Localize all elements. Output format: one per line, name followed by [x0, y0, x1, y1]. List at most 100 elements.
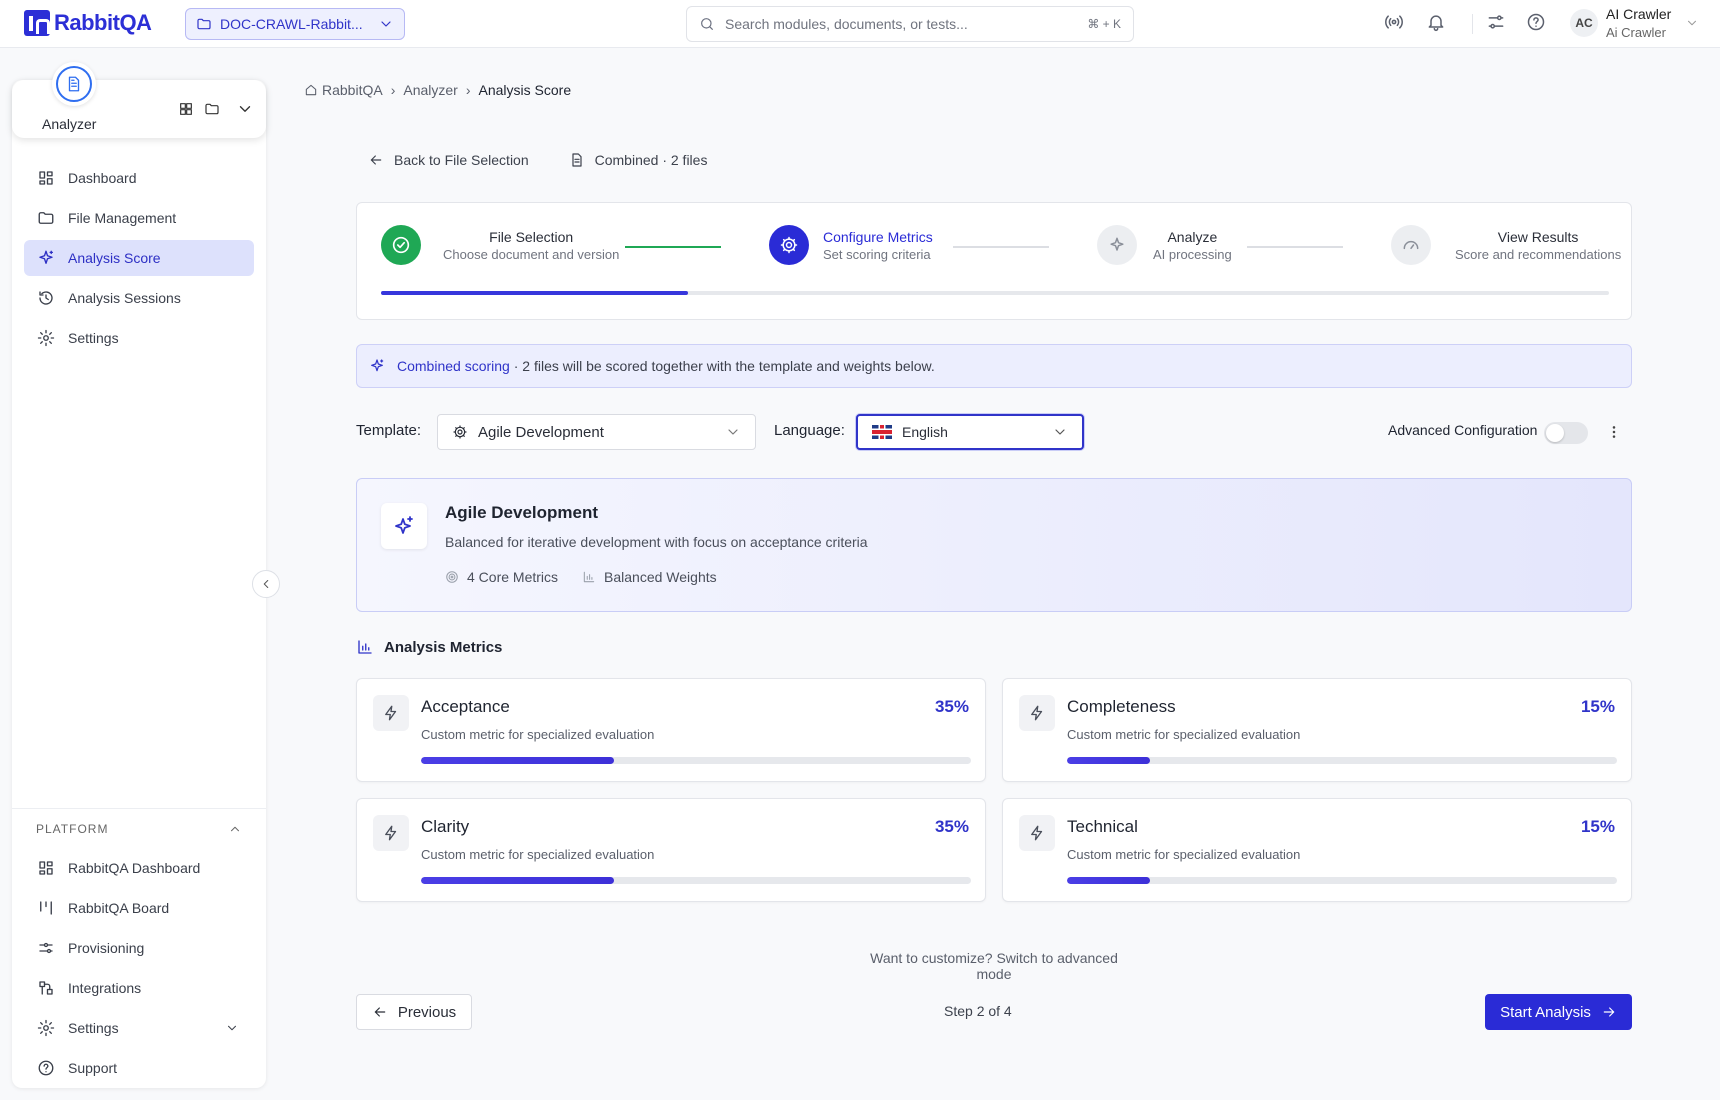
board-icon — [36, 898, 56, 918]
customize-link[interactable]: Want to customize? Switch to advanced mo… — [854, 950, 1134, 982]
folder-icon — [36, 208, 56, 228]
gear-icon — [452, 424, 468, 440]
help-icon[interactable] — [1526, 12, 1546, 32]
step-configure-metrics[interactable]: Configure Metrics Set scoring criteria — [769, 225, 933, 265]
breadcrumb-home[interactable]: RabbitQA — [322, 82, 383, 98]
sidebar-item-platform-settings[interactable]: Settings — [24, 1010, 254, 1046]
logo-text: RabbitQA — [54, 10, 152, 35]
combined-scoring-banner: Combined scoring · 2 files will be score… — [356, 344, 1632, 388]
sparkle-icon — [381, 503, 427, 549]
search-icon — [699, 16, 715, 32]
broadcast-icon[interactable] — [1384, 12, 1404, 32]
sidebar-item-analysis-sessions[interactable]: Analysis Sessions — [24, 280, 254, 316]
bar-chart-icon — [356, 638, 374, 656]
sidebar-item-label: Integrations — [68, 980, 142, 996]
sidebar-item-label: RabbitQA Board — [68, 900, 170, 916]
platform-section-header[interactable]: PLATFORM — [24, 822, 254, 836]
module-badge — [52, 62, 96, 106]
sparkle-icon — [1097, 225, 1137, 265]
topbar-divider — [1472, 14, 1473, 34]
metric-name: Clarity — [421, 817, 470, 836]
stepper-progress-fill — [381, 291, 688, 295]
back-to-file-selection-link[interactable]: Back to File Selection — [394, 152, 529, 168]
lightning-icon — [373, 815, 409, 851]
sidebar-item-rabbitqa-board[interactable]: RabbitQA Board — [24, 890, 254, 926]
sidebar-item-support[interactable]: Support — [24, 1050, 254, 1086]
sparkle-icon — [36, 248, 56, 268]
arrow-right-icon — [1601, 1004, 1617, 1020]
grid-icon[interactable] — [178, 101, 194, 117]
start-analysis-button[interactable]: Start Analysis — [1485, 994, 1632, 1030]
arrow-left-icon — [372, 1004, 388, 1020]
logo-mark — [24, 10, 50, 36]
banner-text: · 2 files will be scored together with t… — [509, 358, 935, 374]
project-select[interactable]: DOC-CRAWL-Rabbit... — [185, 8, 405, 40]
gear-icon — [769, 225, 809, 265]
breadcrumb-parent[interactable]: Analyzer — [403, 82, 457, 98]
sidebar-collapse-button[interactable] — [252, 570, 280, 598]
sidebar-item-analysis-score[interactable]: Analysis Score — [24, 240, 254, 276]
sidebar-item-label: Analysis Sessions — [68, 290, 181, 306]
template-card-desc: Balanced for iterative development with … — [445, 534, 868, 550]
user-menu[interactable]: AC AI Crawler Ai Crawler — [1570, 4, 1699, 42]
bell-icon[interactable] — [1426, 12, 1446, 32]
user-name: AI Crawler — [1606, 6, 1672, 22]
history-icon — [36, 288, 56, 308]
metric-name: Technical — [1067, 817, 1138, 836]
breadcrumb-current: Analysis Score — [478, 82, 572, 98]
module-switcher[interactable]: Analyzer — [12, 62, 266, 138]
global-search[interactable]: Search modules, documents, or tests... ⌘… — [686, 6, 1134, 42]
lightning-icon — [373, 695, 409, 731]
previous-button[interactable]: Previous — [356, 994, 472, 1030]
bar-chart-icon — [582, 570, 596, 584]
template-select[interactable]: Agile Development — [437, 414, 756, 450]
folder-icon[interactable] — [204, 101, 220, 117]
sidebar-item-label: Dashboard — [68, 170, 137, 186]
chevron-down-icon — [378, 16, 394, 32]
sidebar-item-label: Support — [68, 1060, 118, 1076]
metric-weight-fill — [421, 877, 614, 884]
language-select[interactable]: English — [856, 414, 1084, 450]
metric-weight: 15% — [1580, 817, 1615, 836]
sidebar-item-label: RabbitQA Dashboard — [68, 860, 201, 876]
back-row: Back to File Selection Combined · 2 file… — [368, 152, 707, 168]
filter-settings-icon[interactable] — [1486, 12, 1506, 32]
metric-card-acceptance: Acceptance Custom metric for specialized… — [356, 678, 986, 782]
progress-stepper: File Selection Choose document and versi… — [356, 202, 1632, 320]
metric-name: Completeness — [1067, 697, 1176, 716]
tag-text: Balanced Weights — [604, 569, 717, 585]
gear-icon — [36, 328, 56, 348]
step-file-selection[interactable]: File Selection Choose document and versi… — [381, 225, 619, 265]
step-sub: Set scoring criteria — [823, 247, 931, 262]
sidebar-item-label: Analysis Score — [68, 250, 161, 266]
sidebar-item-settings[interactable]: Settings — [24, 320, 254, 356]
uk-flag-icon — [872, 425, 892, 439]
step-sub: AI processing — [1153, 247, 1232, 262]
metric-desc: Custom metric for specialized evaluation — [1067, 727, 1301, 742]
sidebar-divider — [12, 808, 266, 809]
start-analysis-label: Start Analysis — [1500, 1003, 1591, 1021]
sidebar-item-rabbitqa-dashboard[interactable]: RabbitQA Dashboard — [24, 850, 254, 886]
document-icon — [65, 75, 83, 93]
step-connector — [1247, 246, 1343, 248]
sidebar-item-label: Settings — [68, 1020, 119, 1036]
sparkle-icon — [369, 358, 385, 374]
sidebar-item-dashboard[interactable]: Dashboard — [24, 160, 254, 196]
check-circle-icon — [381, 225, 421, 265]
advanced-config-toggle[interactable] — [1544, 422, 1588, 444]
chevron-left-icon — [259, 577, 273, 591]
sidebar-item-file-management[interactable]: File Management — [24, 200, 254, 236]
step-sub: Score and recommendations — [1455, 247, 1622, 262]
more-vertical-icon[interactable] — [1606, 424, 1622, 440]
search-placeholder: Search modules, documents, or tests... — [725, 16, 968, 32]
chevron-down-icon[interactable] — [236, 100, 254, 118]
combined-files-label: Combined · 2 files — [594, 152, 708, 168]
arrow-left-icon[interactable] — [368, 152, 384, 168]
chevron-up-icon — [228, 822, 242, 836]
sidebar: Analyzer Dashboard File Management Analy… — [12, 62, 266, 1088]
core-metrics-tag: 4 Core Metrics — [445, 569, 558, 585]
app-logo[interactable]: RabbitQA — [24, 10, 152, 36]
document-icon — [569, 152, 585, 168]
breadcrumb-separator: › — [390, 82, 396, 98]
step-view-results: View Results Score and recommendations — [1391, 225, 1621, 265]
